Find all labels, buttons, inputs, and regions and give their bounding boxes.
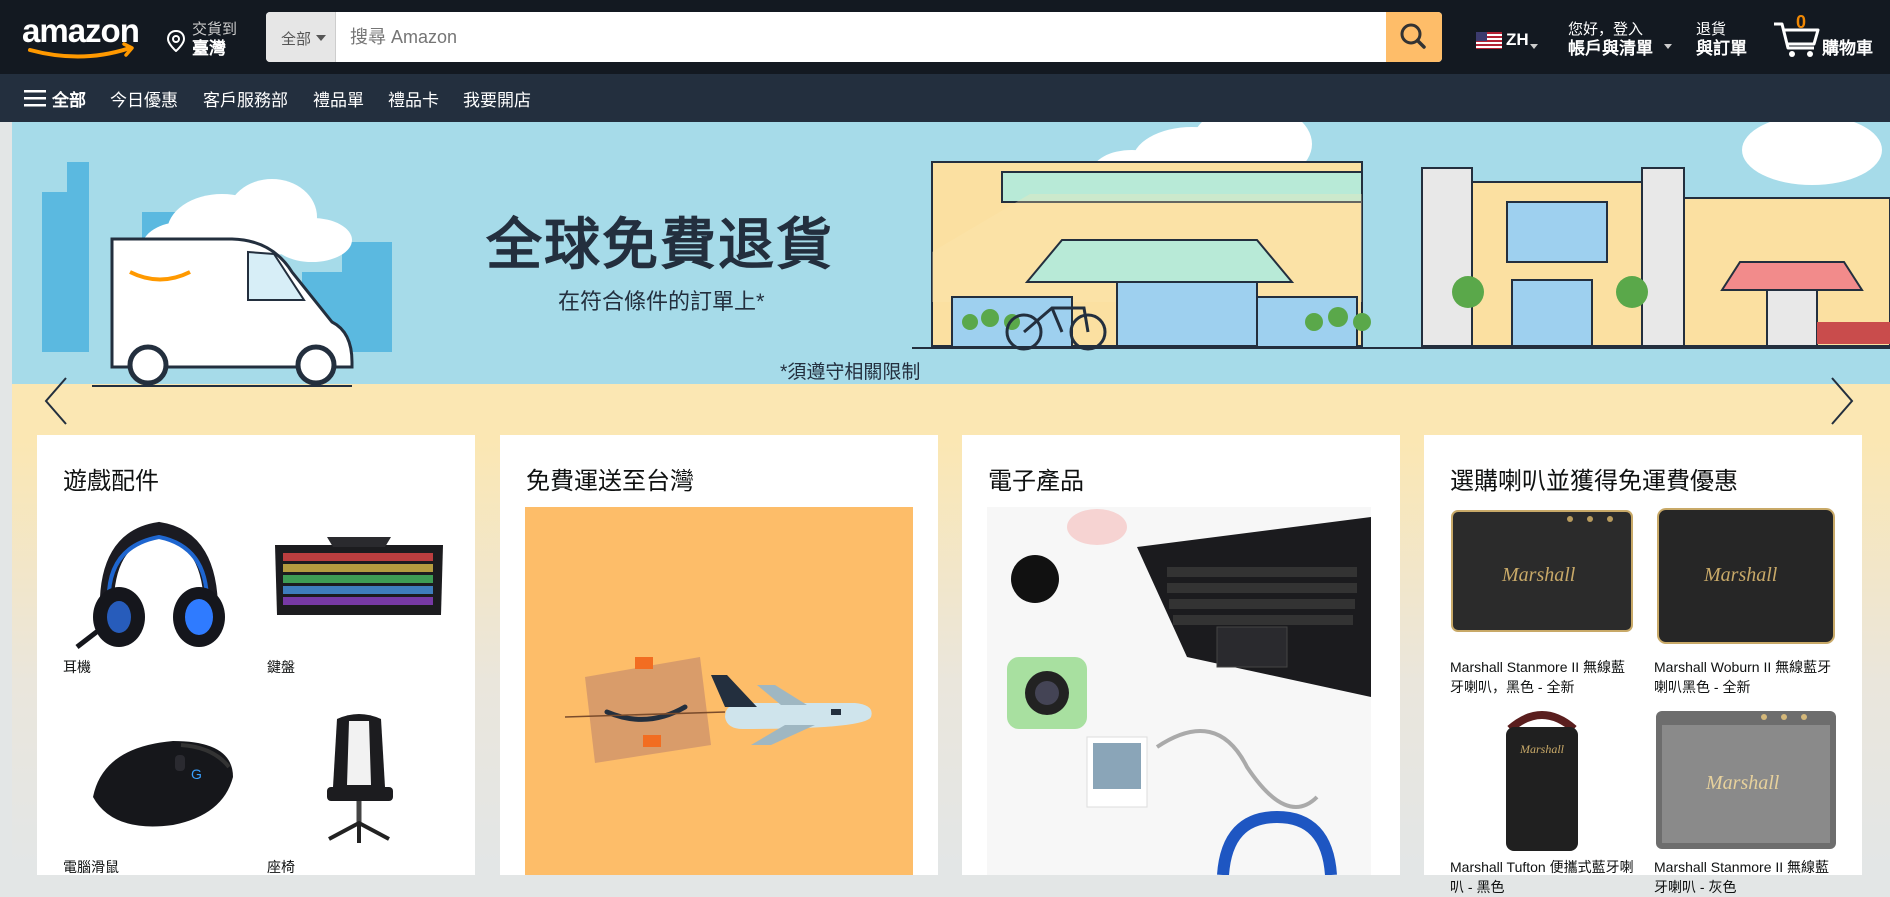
speaker-image: Marshall <box>1506 711 1578 851</box>
search-bar: 全部 <box>266 12 1442 62</box>
card-title[interactable]: 電子產品 <box>988 461 1084 496</box>
nav-item-deals[interactable]: 今日優惠 <box>110 86 178 111</box>
speaker-image: Marshall <box>1657 508 1835 644</box>
product-caption: Marshall Stanmore II 無線藍牙喇叭 - 灰色 <box>1654 859 1830 895</box>
mouse-image: G <box>93 741 233 827</box>
card-speakers: 選購喇叭並獲得免運費優惠 Marshall Marshall Stanmore … <box>1424 435 1862 895</box>
chevron-down-icon <box>316 35 326 41</box>
cart-count: 0 <box>1796 12 1807 32</box>
hero-note: *須遵守相關限制 <box>780 362 921 383</box>
headset-image <box>75 521 225 649</box>
language-code: ZH <box>1506 30 1529 49</box>
product-caption: 座椅 <box>267 859 295 875</box>
nav-item-sell[interactable]: 我要開店 <box>463 86 531 111</box>
svg-text:Marshall: Marshall <box>1519 742 1565 756</box>
storefront-illustration <box>912 161 1890 351</box>
search-category-dropdown[interactable]: 全部 <box>266 12 336 62</box>
hamburger-menu-icon <box>24 90 46 107</box>
svg-text:Marshall: Marshall <box>1705 772 1780 794</box>
product-caption: 耳機 <box>63 659 91 675</box>
keyboard-image <box>275 537 443 615</box>
chevron-down-icon <box>1530 44 1538 49</box>
nav-item-gift-cards[interactable]: 禮品卡 <box>388 86 439 111</box>
card-title[interactable]: 免費運送至台灣 <box>526 461 694 496</box>
shipping-image[interactable] <box>525 507 913 875</box>
card-free-shipping: 免費運送至台灣 <box>500 435 938 875</box>
svg-text:Marshall: Marshall <box>1501 564 1576 586</box>
hero-illustration <box>42 122 1890 387</box>
product-caption: Marshall Tufton 便攜式藍牙喇叭 - 黑色 <box>1450 859 1634 895</box>
product-caption: Marshall Woburn II 無線藍牙喇叭黑色 - 全新 <box>1654 659 1832 695</box>
us-flag-icon <box>1476 32 1502 49</box>
card-electronics: 電子產品 <box>962 435 1400 875</box>
hero-subtitle: 在符合條件的訂單上* <box>558 289 765 314</box>
search-icon <box>1400 23 1426 49</box>
location-pin-icon <box>166 30 186 52</box>
carousel-prev-button[interactable] <box>38 374 74 428</box>
nav-all-label: 全部 <box>52 91 86 110</box>
top-header: amazon 交貨到 臺灣 全部 搜尋 Amazon ZH 您好，登入 帳戶與清… <box>0 0 1890 74</box>
product-caption: Marshall Stanmore II 無線藍牙喇叭，黑色 - 全新 <box>1450 659 1626 695</box>
amazon-logo[interactable]: amazon <box>20 12 150 62</box>
search-input[interactable] <box>336 12 1376 62</box>
card-title[interactable]: 選購喇叭並獲得免運費優惠 <box>1450 461 1738 496</box>
hero-title: 全球免費退貨 <box>486 213 834 276</box>
orders-label: 與訂單 <box>1696 39 1747 58</box>
cart-button[interactable]: 0 購物車 <box>1772 10 1882 60</box>
deliver-location: 臺灣 <box>192 39 226 58</box>
svg-text:G: G <box>191 766 202 782</box>
nav-item-registry[interactable]: 禮品單 <box>313 86 364 111</box>
nav-item-customer-service[interactable]: 客戶服務部 <box>203 86 288 111</box>
search-button[interactable] <box>1386 12 1442 62</box>
carousel-next-button[interactable] <box>1824 374 1860 428</box>
search-category-label: 全部 <box>281 31 312 48</box>
chair-image <box>327 714 393 843</box>
svg-text:Marshall: Marshall <box>1703 564 1778 586</box>
chevron-down-icon <box>1664 44 1672 49</box>
speaker-image: Marshall <box>1451 510 1633 632</box>
card-title[interactable]: 遊戲配件 <box>63 461 159 496</box>
card-gaming-accessories: 遊戲配件 耳機 鍵盤 G 電腦滑鼠 座椅 <box>37 435 475 875</box>
cart-label: 購物車 <box>1822 39 1873 58</box>
account-label: 帳戶與清單 <box>1568 39 1653 58</box>
product-caption: 鍵盤 <box>267 659 295 675</box>
svg-text:amazon: amazon <box>22 12 139 49</box>
nav-bar: 全部 今日優惠 客戶服務部 禮品單 禮品卡 我要開店 <box>0 74 1890 122</box>
product-caption: 電腦滑鼠 <box>63 859 119 875</box>
electronics-image[interactable] <box>987 507 1371 875</box>
speaker-image: Marshall <box>1656 711 1836 849</box>
